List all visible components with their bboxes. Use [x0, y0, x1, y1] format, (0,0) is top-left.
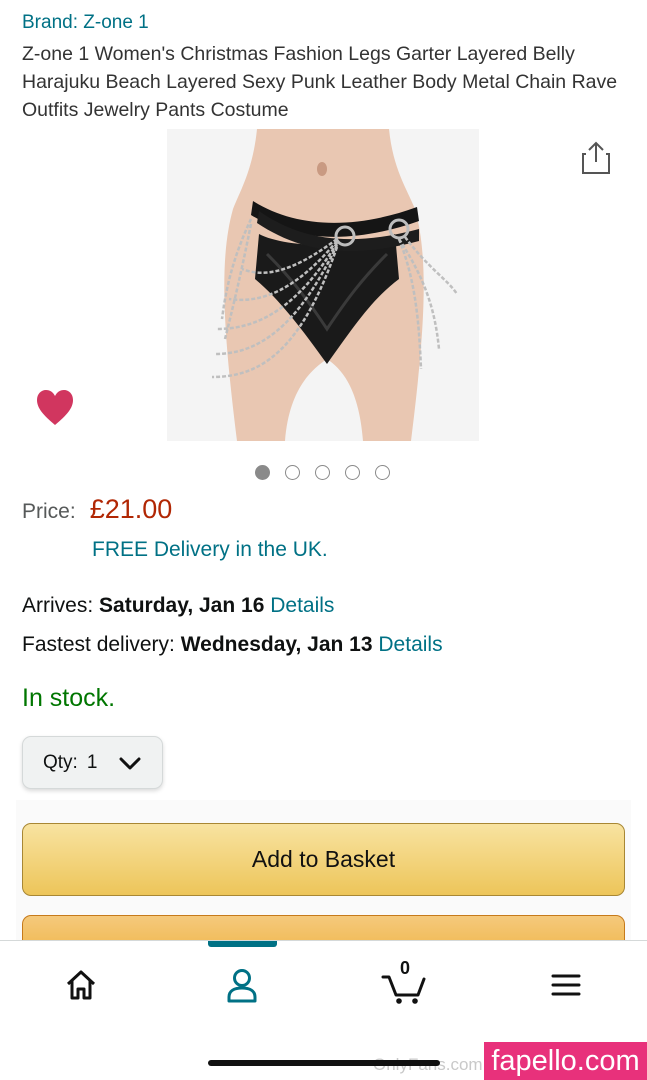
quantity-value: 1 — [86, 751, 98, 773]
image-carousel-dots[interactable] — [255, 465, 390, 480]
arrives-label: Arrives: — [22, 594, 94, 617]
cart-count: 0 — [400, 958, 411, 978]
home-indicator[interactable] — [208, 1060, 440, 1066]
product-photo — [167, 129, 479, 441]
product-image[interactable] — [167, 129, 479, 441]
free-delivery-link[interactable]: FREE Delivery in the UK. — [92, 538, 328, 562]
fastest-label: Fastest delivery: — [22, 633, 175, 656]
arrives-line: Arrives: Saturday, Jan 16 Details — [22, 594, 334, 618]
product-title: Z-one 1 Women's Christmas Fashion Legs G… — [22, 43, 618, 121]
fastest-delivery-line: Fastest delivery: Wednesday, Jan 13 Deta… — [22, 633, 443, 657]
active-tab-indicator — [208, 941, 277, 947]
nav-account[interactable] — [218, 963, 266, 1007]
menu-icon — [551, 974, 581, 996]
carousel-dot[interactable] — [375, 465, 390, 480]
stock-status: In stock. — [22, 684, 116, 712]
quantity-dropdown[interactable]: Qty: 1 — [22, 736, 163, 789]
chevron-down-icon — [117, 754, 143, 772]
brand-link[interactable]: Brand: Z-one 1 — [22, 12, 149, 34]
wishlist-heart-icon[interactable] — [35, 389, 75, 427]
share-icon[interactable] — [580, 140, 612, 176]
quantity-label: Qty: — [43, 751, 78, 773]
price-row: Price: £21.00 — [22, 494, 172, 525]
carousel-dot[interactable] — [315, 465, 330, 480]
nav-cart[interactable]: 0 — [380, 958, 430, 1007]
carousel-dot[interactable] — [255, 465, 270, 480]
price-label: Price: — [22, 500, 76, 523]
carousel-dot[interactable] — [285, 465, 300, 480]
watermark-badge: fapello.com — [484, 1042, 647, 1080]
nav-menu[interactable] — [542, 963, 590, 1007]
account-icon — [227, 969, 257, 1003]
carousel-dot[interactable] — [345, 465, 360, 480]
add-to-basket-button[interactable]: Add to Basket — [22, 823, 625, 896]
arrives-details-link[interactable]: Details — [270, 594, 334, 617]
home-icon — [66, 970, 96, 1000]
fastest-date: Wednesday, Jan 13 — [180, 633, 373, 656]
fastest-details-link[interactable]: Details — [378, 633, 442, 656]
price-value: £21.00 — [89, 494, 173, 524]
nav-home[interactable] — [57, 963, 105, 1007]
arrives-date: Saturday, Jan 16 — [99, 594, 265, 617]
